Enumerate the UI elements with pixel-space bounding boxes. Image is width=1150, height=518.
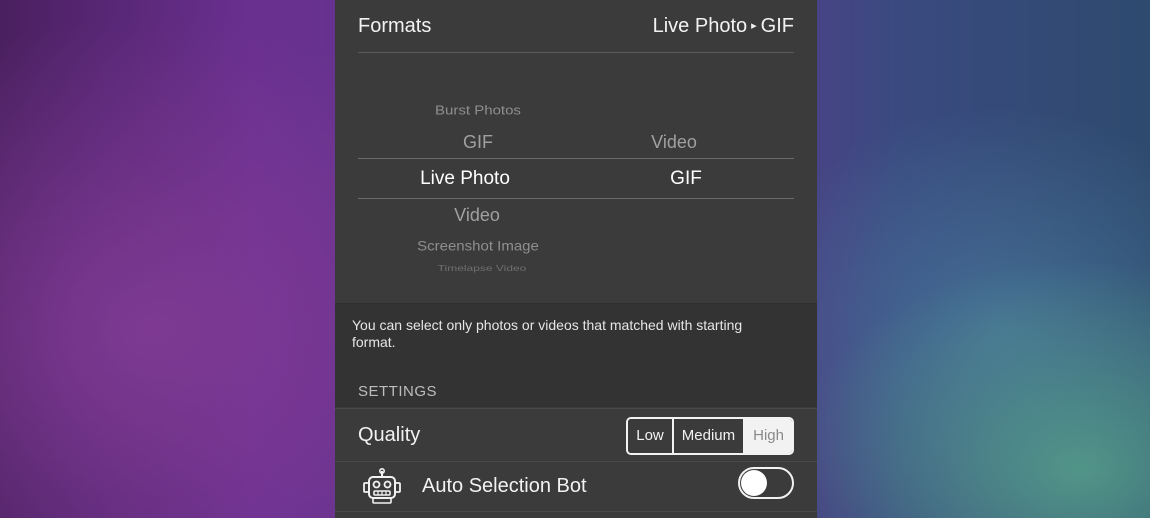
- robot-icon: [362, 467, 402, 504]
- quality-label: Quality: [358, 424, 421, 446]
- auto-selection-bot-row: Auto Selection Bot: [335, 460, 817, 512]
- formats-from: Live Photo: [652, 15, 748, 37]
- picker-selection-bottom-line: [358, 198, 794, 199]
- picker-left-item[interactable]: GIF: [463, 132, 493, 153]
- picker-right-item[interactable]: Video: [651, 132, 697, 153]
- picker-left-item[interactable]: Video: [454, 205, 500, 226]
- format-picker[interactable]: Burst Photos GIF Live Photo Video Screen…: [335, 53, 817, 303]
- auto-selection-bot-label: Auto Selection Bot: [422, 475, 587, 497]
- auto-selection-bot-toggle[interactable]: [738, 467, 794, 499]
- quality-medium-button[interactable]: Medium: [671, 419, 744, 453]
- quality-low-button[interactable]: Low: [628, 419, 672, 453]
- picker-left-item[interactable]: Burst Photos: [435, 103, 521, 117]
- quality-row: Quality Low Medium High: [335, 408, 817, 462]
- settings-header: SETTINGS: [358, 383, 438, 400]
- picker-left-item[interactable]: Timelapse Video: [438, 263, 527, 273]
- toggle-knob: [741, 470, 767, 496]
- info-section: You can select only photos or videos tha…: [335, 304, 817, 407]
- formats-row[interactable]: Formats Live Photo ▸ GIF: [358, 0, 794, 53]
- quality-high-button[interactable]: High: [743, 419, 792, 453]
- formats-to: GIF: [760, 15, 794, 37]
- quality-segmented-control[interactable]: Low Medium High: [626, 417, 794, 455]
- settings-panel: Formats Live Photo ▸ GIF Burst Photos GIF …: [335, 0, 817, 518]
- picker-right-item-selected[interactable]: GIF: [670, 168, 702, 190]
- formats-value: Live Photo ▸ GIF: [653, 15, 794, 38]
- picker-left-item-selected[interactable]: Live Photo: [420, 168, 510, 190]
- formats-label: Formats: [358, 15, 432, 37]
- info-text: You can select only photos or videos tha…: [352, 317, 743, 350]
- picker-left-item[interactable]: Screenshot Image: [417, 239, 539, 254]
- picker-selection-top-line: [358, 158, 794, 159]
- arrow-right-icon: ▸: [751, 20, 757, 32]
